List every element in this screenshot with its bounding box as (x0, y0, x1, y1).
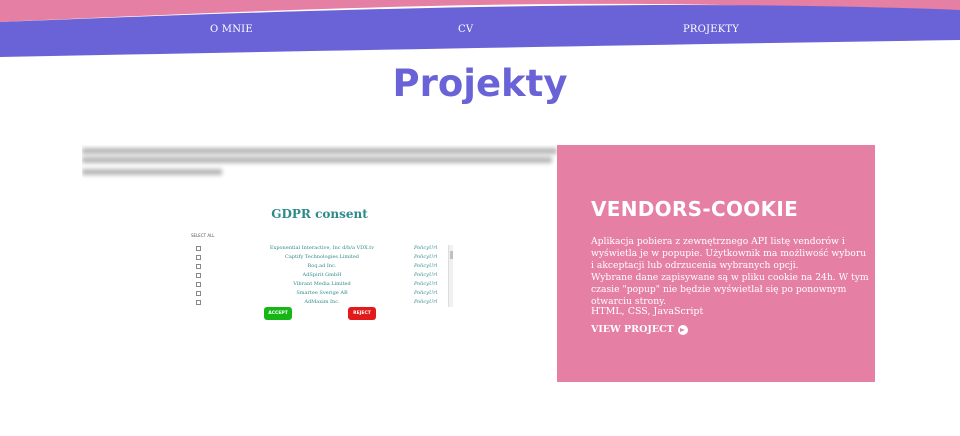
gdpr-title: GDPR consent (271, 207, 368, 221)
project-card: VENDORS-COOKIE Aplikacja pobiera z zewnę… (557, 145, 875, 382)
vendor-name: AdSpirit GmbH (302, 272, 342, 278)
vendor-row: Smartee Sverige AB PolicyUrl (192, 290, 454, 299)
vendor-checkbox (196, 282, 201, 287)
nav-item-projekty[interactable]: PROJEKTY (683, 24, 739, 35)
accept-button-preview: ACCEPT (264, 307, 292, 320)
vendor-policy-link: PolicyUrl (414, 245, 438, 251)
scrollbar-thumb (450, 251, 453, 259)
vendor-row: AdSpirit GmbH PolicyUrl (192, 272, 454, 281)
nav-item-o-mnie[interactable]: O MNIE (210, 24, 253, 35)
project-description-line-1: Aplikacja pobiera z zewnętrznego API lis… (591, 236, 867, 271)
project-description-line-2: Wybrane dane zapisywane są w pliku cooki… (591, 272, 869, 307)
nav-item-cv[interactable]: CV (458, 24, 473, 35)
vendor-name: Vibrant Media Limited (293, 281, 351, 287)
vendor-policy-link: PolicyUrl (414, 281, 438, 287)
vendor-checkbox (196, 246, 201, 251)
arrow-circle-right-icon (677, 324, 688, 335)
view-project-link[interactable]: VIEW PROJECT (591, 324, 688, 335)
vendor-checkbox (196, 264, 201, 269)
select-all-label: SELECT ALL (191, 233, 215, 238)
reject-button-preview: REJECT (348, 307, 376, 320)
vendor-list: Exponential Interactive, Inc d/b/a VDX.t… (192, 245, 454, 307)
vendor-list-scrollbar (448, 245, 453, 307)
vendor-name: AdMaxim Inc. (304, 299, 340, 305)
project-title: VENDORS-COOKIE (591, 197, 799, 221)
main-nav: O MNIE CV PROJEKTY (0, 24, 960, 40)
vendor-row: Vibrant Media Limited PolicyUrl (192, 281, 454, 290)
vendor-checkbox (196, 291, 201, 296)
vendor-row: Exponential Interactive, Inc d/b/a VDX.t… (192, 245, 454, 254)
vendor-checkbox (196, 255, 201, 260)
vendor-policy-link: PolicyUrl (414, 272, 438, 278)
vendor-row: Roq.ad Inc. PolicyUrl (192, 263, 454, 272)
vendor-policy-link: PolicyUrl (414, 290, 438, 296)
vendor-name: Smartee Sverige AB (296, 290, 348, 296)
vendor-policy-link: PolicyUrl (414, 299, 438, 305)
blurred-background-text (82, 145, 557, 185)
vendor-name: Captify Technologies Limited (285, 254, 359, 260)
page-title: Projekty (392, 62, 568, 105)
project-tech-stack: HTML, CSS, JavaScript (591, 306, 704, 317)
vendor-row: Captify Technologies Limited PolicyUrl (192, 254, 454, 263)
view-project-label: VIEW PROJECT (591, 324, 674, 335)
vendor-policy-link: PolicyUrl (414, 263, 438, 269)
vendor-name: Roq.ad Inc. (307, 263, 337, 269)
vendor-checkbox (196, 300, 201, 305)
vendor-name: Exponential Interactive, Inc d/b/a VDX.t… (269, 245, 375, 251)
vendor-checkbox (196, 273, 201, 278)
vendor-policy-link: PolicyUrl (414, 254, 438, 260)
vendor-row: AdMaxim Inc. PolicyUrl (192, 299, 454, 308)
project-preview-image: GDPR consent SELECT ALL Exponential Inte… (82, 145, 557, 382)
project-description: Aplikacja pobiera z zewnętrznego API lis… (591, 236, 871, 308)
